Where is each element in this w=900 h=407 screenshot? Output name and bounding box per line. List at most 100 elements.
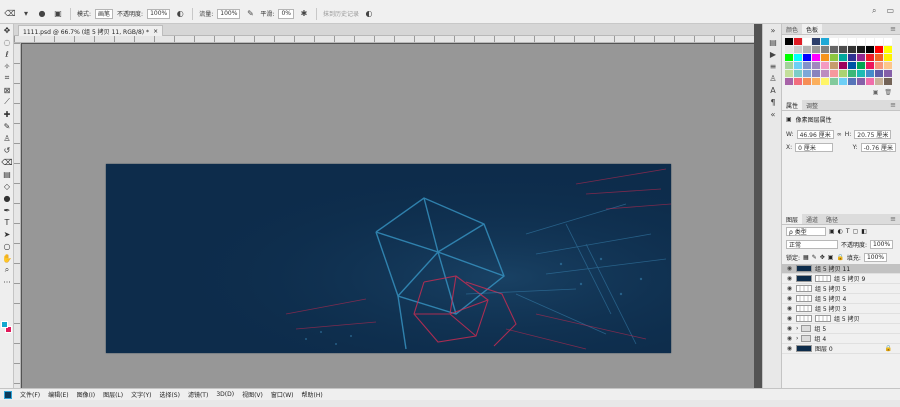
eye-icon[interactable]: ◉ [786,265,793,272]
clone-stamp-icon[interactable]: ♙ [0,132,14,144]
horizontal-ruler[interactable] [14,36,754,43]
color-swatch[interactable] [857,70,865,77]
menu-filter[interactable]: 滤镜(T) [188,390,208,399]
eye-icon[interactable]: ◉ [786,295,793,302]
smooth-input[interactable]: 0% [278,8,294,19]
airbrush-icon[interactable]: ✎ [244,8,256,20]
collapse-icon[interactable]: « [763,108,783,120]
trash-icon[interactable]: 🗑 [884,89,892,96]
color-swatch[interactable] [812,54,820,61]
path-select-icon[interactable]: ➤ [0,228,14,240]
lock-pixels-icon[interactable]: ✎ [812,254,817,261]
color-swatch[interactable] [884,46,892,53]
filter-type-icon[interactable]: T [846,228,850,235]
color-swatch[interactable] [875,54,883,61]
color-swatch[interactable] [866,62,874,69]
layer-row[interactable]: ◉ 组 5 拷贝 9 [782,274,900,284]
layer-row[interactable]: ◉ › 组 5 [782,324,900,334]
tab-adjustments[interactable]: 调整 [802,100,822,110]
pressure-size-icon[interactable]: ◐ [363,8,375,20]
color-swatch[interactable] [830,70,838,77]
color-swatch[interactable] [848,70,856,77]
color-swatch[interactable] [848,78,856,85]
tab-color[interactable]: 颜色 [782,24,802,34]
color-swatch[interactable] [830,78,838,85]
color-swatch[interactable] [866,46,874,53]
hand-tool-icon[interactable]: ✋ [0,252,14,264]
color-swatch[interactable] [785,70,793,77]
color-swatch[interactable] [785,38,793,45]
foreground-color-swatch[interactable] [1,321,8,328]
fill-input[interactable]: 100% [863,253,888,262]
chevron-down-icon[interactable]: ▾ [20,8,32,20]
new-swatch-icon[interactable]: ▣ [873,89,879,96]
lock-artboard-icon[interactable]: ▣ [828,254,834,261]
menu-view[interactable]: 视图(V) [242,390,263,399]
zoom-tool-icon[interactable]: ⌕ [0,264,14,276]
color-swatch[interactable] [848,54,856,61]
history-brush-icon[interactable]: ↺ [0,144,14,156]
color-swatch[interactable] [812,62,820,69]
color-swatch[interactable] [875,38,883,45]
tab-swatches[interactable]: 色板 [802,24,823,34]
shape-tool-icon[interactable]: ○ [0,240,14,252]
character-panel-icon[interactable]: A [763,84,783,96]
color-swatch[interactable] [794,46,802,53]
color-swatch[interactable] [794,54,802,61]
color-swatch[interactable] [830,62,838,69]
close-icon[interactable]: × [153,28,158,35]
gear-icon[interactable]: ✱ [298,8,310,20]
actions-panel-icon[interactable]: ▶ [763,48,783,60]
layer-row[interactable]: ◉ 组 5 拷贝 3 [782,304,900,314]
flow-input[interactable]: 100% [217,8,241,19]
color-swatch[interactable] [884,54,892,61]
type-tool-icon[interactable]: T [0,216,14,228]
color-swatch[interactable] [803,70,811,77]
mode-select[interactable]: 画笔 [95,8,114,19]
menu-select[interactable]: 选择(S) [159,390,180,399]
color-swatch[interactable] [839,46,847,53]
color-swatch[interactable] [830,54,838,61]
color-swatch[interactable] [821,70,829,77]
color-swatch[interactable] [839,78,847,85]
brush-preset-icon[interactable]: ● [36,8,48,20]
gradient-tool-icon[interactable]: ▤ [0,168,14,180]
layer-row[interactable]: ◉ 图层 0 🔒 [782,344,900,354]
search-icon[interactable]: ⌕ [872,6,876,16]
tab-layers[interactable]: 图层 [782,214,803,224]
marquee-tool-icon[interactable]: ◌ [0,36,14,48]
menu-3d[interactable]: 3D(D) [216,391,234,398]
eye-icon[interactable]: ◉ [786,285,793,292]
color-swatch[interactable] [866,70,874,77]
lasso-tool-icon[interactable]: ℓ [0,48,14,60]
color-swatch[interactable] [884,38,892,45]
chevron-right-icon[interactable]: › [796,335,798,342]
color-swatch[interactable] [821,46,829,53]
collapse-icon[interactable]: » [763,24,783,36]
move-tool-icon[interactable]: ✥ [0,24,14,36]
color-swatch[interactable] [821,38,829,45]
paragraph-panel-icon[interactable]: ¶ [763,96,783,108]
color-swatch[interactable] [875,46,883,53]
layer-row[interactable]: ◉ 组 5 拷贝 4 [782,294,900,304]
color-swatch[interactable] [848,38,856,45]
color-swatch[interactable] [884,78,892,85]
layer-row[interactable]: ◉ 组 5 拷贝 [782,314,900,324]
eye-icon[interactable]: ◉ [786,315,793,322]
magic-wand-icon[interactable]: ✧ [0,60,14,72]
color-swatch[interactable] [821,54,829,61]
x-field[interactable]: 0 厘米 [795,143,833,152]
color-swatch[interactable] [857,78,865,85]
color-swatch[interactable] [857,38,865,45]
more-tools-icon[interactable]: ··· [0,276,14,288]
layer-opacity-input[interactable]: 100% [870,240,894,249]
color-swatch[interactable] [839,38,847,45]
menu-edit[interactable]: 编辑(E) [48,390,68,399]
menu-type[interactable]: 文字(Y) [131,390,151,399]
pressure-opacity-icon[interactable]: ◐ [174,8,186,20]
blur-tool-icon[interactable]: ◇ [0,180,14,192]
blend-mode-select[interactable]: 正常 [786,240,838,249]
menu-file[interactable]: 文件(F) [20,390,40,399]
panel-menu-icon[interactable]: ≡ [890,215,896,223]
color-swatch[interactable] [821,78,829,85]
